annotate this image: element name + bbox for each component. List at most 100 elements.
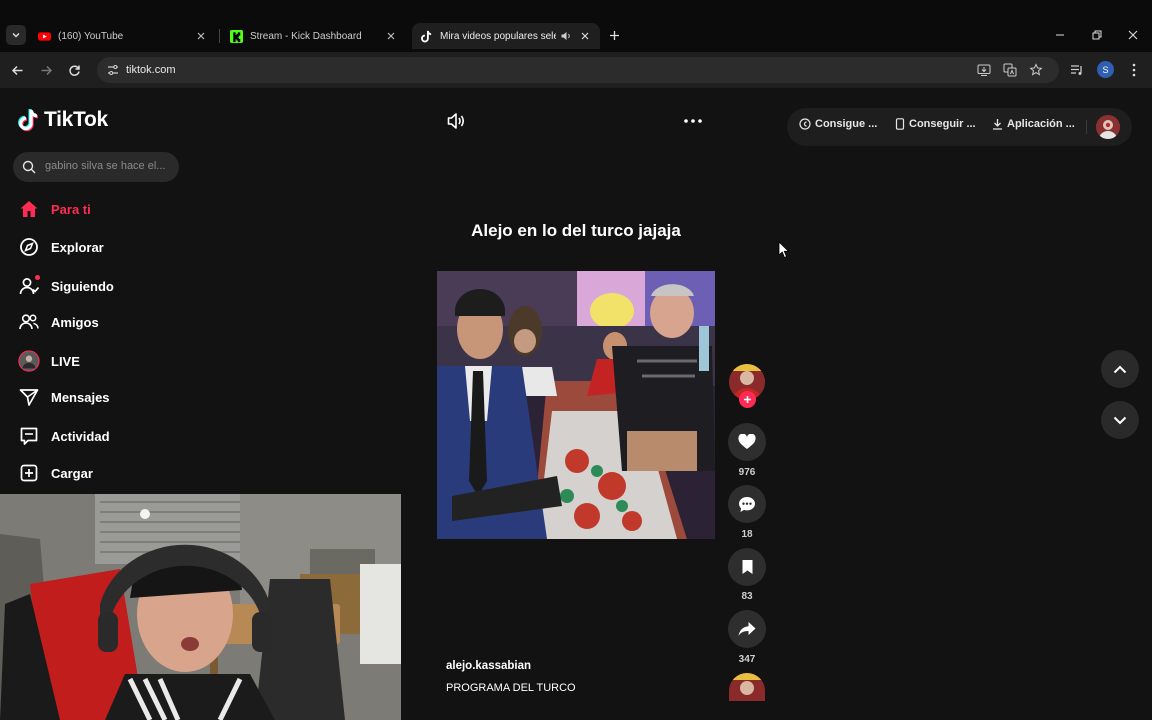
install-app-icon[interactable] [976,62,992,78]
plus-icon [744,396,751,403]
like-count: 976 [738,467,756,478]
search-placeholder: gabino silva se hace el... [45,160,166,172]
speaker-icon[interactable] [560,30,572,42]
divider [1086,120,1087,134]
comment-count: 18 [741,529,753,540]
tiktok-logo[interactable]: TikTok [18,108,108,132]
media-control-button[interactable] [1068,61,1086,79]
music-disc[interactable] [729,673,765,701]
reload-icon [68,64,80,76]
friends-icon [18,311,40,333]
tiktok-page: TikTok gabino silva se hace el... Para t… [0,88,1152,720]
restore-button[interactable] [1089,27,1105,43]
sidebar-item-amigos[interactable]: Amigos [18,310,99,334]
sidebar-item-mensajes[interactable]: Mensajes [18,385,110,409]
next-video-button[interactable] [1101,401,1139,439]
bookmark-star-icon[interactable] [1028,62,1044,78]
bookmark-icon [742,560,752,574]
search-input[interactable]: gabino silva se hace el... [13,152,179,182]
share-button[interactable] [728,610,766,648]
close-icon[interactable] [194,29,208,43]
upload-icon [18,462,40,484]
heart-icon [738,434,756,449]
sidebar-item-label: Para ti [51,201,91,217]
chevron-down-icon [12,32,20,38]
live-icon [18,350,40,372]
tab-label: Stream - Kick Dashboard [250,30,362,42]
tab-kick[interactable]: Stream - Kick Dashboard [222,23,406,49]
follow-button[interactable] [739,391,756,408]
get-app-label: Conseguir ... [909,118,976,130]
tiktok-icon [421,30,432,42]
video-caption: PROGRAMA DEL TURCO [446,682,576,694]
sidebar-item-siguiendo[interactable]: Siguiendo [18,274,114,298]
save-count: 83 [741,591,753,602]
download-icon [993,119,1002,130]
volume-icon[interactable] [446,111,466,131]
minimize-button[interactable] [1052,27,1068,43]
messages-icon [18,386,40,408]
tab-youtube[interactable]: (160) YouTube [30,23,216,49]
more-horizontal-icon[interactable] [683,114,703,128]
tab-tiktok[interactable]: Mira videos populares selec [412,23,600,49]
music-avatar-image [729,673,765,701]
more-vertical-icon [1132,63,1136,77]
close-window-button[interactable] [1125,27,1141,43]
sidebar-item-cargar[interactable]: Cargar [18,461,93,485]
top-actions-bar: Consigue ... Conseguir ... Aplicación ..… [787,108,1132,146]
plus-icon [609,30,619,40]
profile-avatar[interactable]: S [1097,61,1114,78]
sidebar-item-label: Actividad [51,428,110,444]
user-avatar-image [1096,115,1120,139]
new-tab-button[interactable] [606,27,622,43]
back-button[interactable] [8,61,26,79]
coin-icon [799,118,811,130]
sidebar-item-explorar[interactable]: Explorar [18,235,104,259]
download-app-button[interactable]: Aplicación ... [992,118,1075,130]
sidebar-item-actividad[interactable]: Actividad [18,424,110,448]
close-icon [1128,30,1138,40]
get-coins-label: Consigue ... [815,118,878,130]
close-icon[interactable] [578,29,592,43]
tab-label: Mira videos populares selec [440,30,556,42]
address-bar[interactable]: tiktok.com [97,57,1059,83]
arrow-left-icon [11,65,22,75]
video-player[interactable] [437,271,715,539]
tab-search-button[interactable] [6,25,26,45]
activity-icon [18,425,40,447]
user-avatar[interactable] [1096,115,1120,139]
previous-video-button[interactable] [1101,350,1139,388]
video-title: Alejo en lo del turco jajaja [471,221,681,240]
webcam-overlay [0,494,401,720]
sidebar-item-label: Mensajes [51,389,110,405]
restore-icon [1092,30,1102,40]
reload-button[interactable] [65,61,83,79]
home-icon [18,198,40,220]
site-settings-icon[interactable] [106,63,120,77]
compass-icon [18,236,40,258]
video-frame-image [437,271,715,539]
save-button[interactable] [728,548,766,586]
sidebar-item-para-ti[interactable]: Para ti [18,197,91,221]
author-username[interactable]: alejo.kassabian [446,660,531,672]
browser-menu-button[interactable] [1126,61,1142,79]
close-icon[interactable] [384,29,398,43]
sidebar-item-label: Siguiendo [51,278,114,294]
minimize-icon [1056,34,1064,36]
url-text: tiktok.com [126,64,176,76]
browser-toolbar: tiktok.com S [0,52,1152,88]
download-app-label: Aplicación ... [1007,118,1075,130]
profile-initial: S [1102,64,1109,75]
forward-button[interactable] [37,61,55,79]
like-button[interactable] [728,423,766,461]
mouse-cursor-icon [778,241,790,259]
sidebar-item-label: Cargar [51,465,93,481]
comment-button[interactable] [728,485,766,523]
translate-icon[interactable] [1002,62,1018,78]
share-count: 347 [738,654,756,665]
get-coins-button[interactable]: Consigue ... [799,118,877,130]
browser-tab-bar: (160) YouTube Stream - Kick Dashboard Mi… [0,0,1152,52]
sidebar-item-live[interactable]: LIVE [18,349,80,373]
get-app-button[interactable]: Conseguir ... [895,118,976,130]
sidebar-item-label: Explorar [51,239,104,255]
